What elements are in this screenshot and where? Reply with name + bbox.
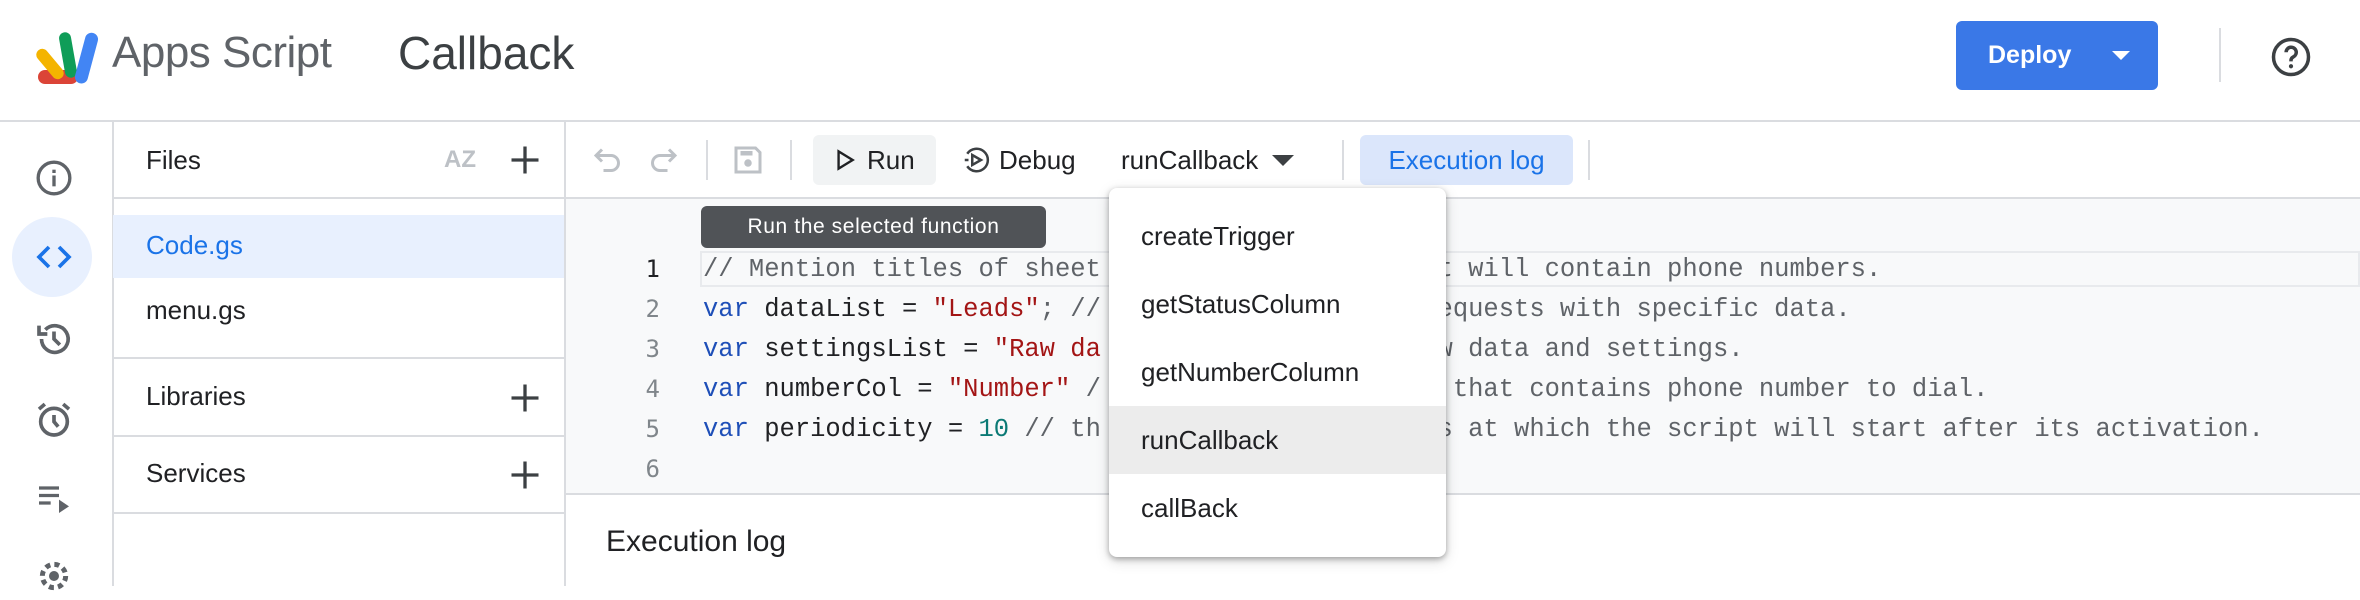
triggers-alarm-icon[interactable] — [30, 396, 78, 444]
debug-button[interactable]: Debug — [955, 135, 1090, 185]
execution-log-title: Execution log — [606, 525, 787, 558]
string-literal: "Raw da — [993, 335, 1101, 364]
keyword: var — [703, 375, 749, 404]
identifier: settingsList = — [748, 335, 994, 364]
save-icon[interactable] — [730, 142, 766, 178]
comment: ; // — [1039, 295, 1101, 324]
deploy-label: Deploy — [1988, 41, 2072, 69]
toolbar-divider — [1588, 140, 1590, 180]
identifier: dataList = — [748, 295, 933, 324]
divider — [113, 357, 564, 359]
code-line-5[interactable]: var periodicity = 10 // th s at which the… — [703, 410, 2264, 450]
add-service-plus-icon[interactable] — [507, 457, 543, 493]
code-editor-icon[interactable] — [30, 233, 78, 281]
identifier: numberCol = — [748, 375, 948, 404]
comment: t will contain phone numbers. — [1437, 255, 1882, 284]
execution-log-label: Execution log — [1388, 144, 1545, 175]
run-tooltip: Run the selected function — [701, 206, 1046, 248]
deploy-button[interactable]: Deploy — [1956, 21, 2158, 90]
help-circle-icon[interactable] — [2270, 36, 2312, 78]
header-border — [0, 120, 2360, 122]
apps-script-logo — [36, 30, 100, 86]
comment: // Mention titles of sheet — [703, 255, 1101, 284]
project-title[interactable]: Callback — [398, 26, 574, 80]
file-item-menu-gs[interactable]: menu.gs — [146, 295, 246, 326]
menu-item-callBack[interactable]: callBack — [1109, 474, 1446, 542]
app-name: Apps Script — [112, 28, 332, 77]
function-select-value: runCallback — [1121, 144, 1259, 175]
settings-gear-icon[interactable] — [30, 552, 78, 600]
debug-label: Debug — [999, 144, 1076, 175]
toolbar-divider — [790, 140, 792, 180]
function-dropdown-menu: createTrigger getStatusColumn getNumberC… — [1109, 188, 1446, 557]
toolbar-divider — [706, 140, 708, 180]
sort-az-icon[interactable]: AZ — [440, 140, 480, 180]
line-number: 3 — [645, 335, 660, 363]
keyword: var — [703, 335, 749, 364]
string-literal: "Leads" — [932, 295, 1040, 324]
number-literal: 10 — [978, 415, 1010, 444]
line-number: 4 — [645, 375, 660, 403]
header-divider — [2219, 28, 2221, 82]
divider — [113, 435, 564, 437]
editor-log-divider — [566, 493, 2360, 495]
caret-down-icon — [1272, 154, 1295, 166]
comment: w data and settings. — [1437, 335, 1744, 364]
string-literal: "Number" — [947, 375, 1071, 404]
comment: that contains phone number to dial. — [1452, 375, 1989, 404]
undo-icon[interactable] — [590, 142, 626, 178]
keyword: var — [703, 295, 749, 324]
run-button[interactable]: Run — [813, 135, 936, 185]
identifier: periodicity = — [748, 415, 979, 444]
services-heading: Services — [146, 458, 246, 488]
line-number: 2 — [645, 295, 660, 323]
rail-border — [112, 121, 114, 586]
add-file-plus-icon[interactable] — [507, 142, 543, 178]
menu-item-getStatusColumn[interactable]: getStatusColumn — [1109, 270, 1446, 338]
file-name[interactable]: Code.gs — [146, 230, 243, 261]
code-line-4[interactable]: var numberCol = "Number" / that contains … — [703, 370, 1988, 410]
line-number: 1 — [645, 255, 660, 283]
menu-item-createTrigger[interactable]: createTrigger — [1109, 202, 1446, 270]
info-icon[interactable] — [30, 154, 78, 202]
comment: s at which the script will start after i… — [1437, 415, 2264, 444]
comment: equests with specific data. — [1437, 295, 1851, 324]
caret-down-icon — [2112, 51, 2130, 60]
play-icon — [837, 149, 855, 171]
line-number: 6 — [645, 455, 660, 483]
add-library-plus-icon[interactable] — [507, 380, 543, 416]
toolbar-divider — [1342, 140, 1344, 180]
comment: / — [1070, 375, 1101, 404]
run-label: Run — [867, 144, 915, 175]
libraries-heading: Libraries — [146, 381, 246, 411]
debug-icon — [964, 147, 990, 173]
history-icon[interactable] — [30, 315, 78, 363]
comment: // th — [1009, 415, 1101, 444]
files-heading: Files — [146, 145, 201, 175]
line-number: 5 — [645, 415, 660, 443]
execution-log-button[interactable]: Execution log — [1360, 135, 1573, 185]
redo-icon[interactable] — [645, 142, 681, 178]
code-line-3[interactable]: var settingsList = "Raw da w data and set… — [703, 330, 1744, 370]
executions-icon[interactable] — [30, 474, 78, 522]
keyword: var — [703, 415, 749, 444]
menu-item-runCallback[interactable]: runCallback — [1109, 406, 1446, 474]
divider — [113, 512, 564, 514]
code-line-2[interactable]: var dataList = "Leads"; // equests with s… — [703, 290, 1851, 330]
files-header-border — [113, 197, 564, 199]
function-select[interactable]: runCallback — [1121, 135, 1321, 185]
code-line-1[interactable]: // Mention titles of sheet t will contain… — [703, 250, 1881, 290]
menu-item-getNumberColumn[interactable]: getNumberColumn — [1109, 338, 1446, 406]
